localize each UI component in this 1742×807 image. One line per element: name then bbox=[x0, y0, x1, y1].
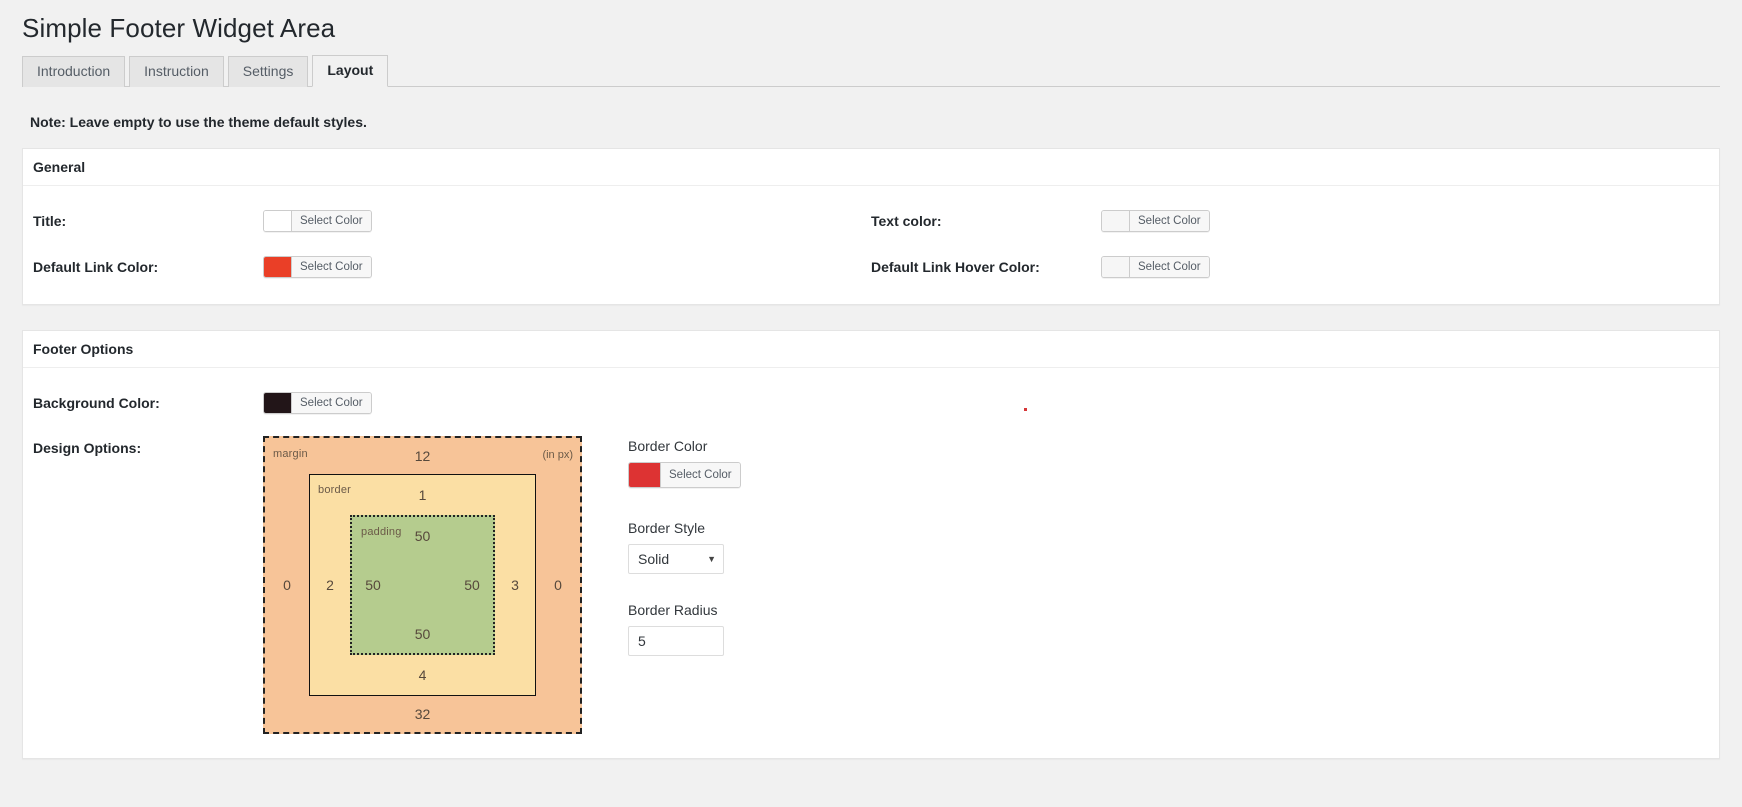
field-background-color: Background Color: Select Color bbox=[33, 368, 871, 415]
footer-options-panel-body: Background Color: Select Color Design Op… bbox=[23, 368, 1719, 758]
default-link-hover-color-button-label[interactable]: Select Color bbox=[1130, 257, 1209, 278]
general-row-1: Title: Select Color Text color: Select C… bbox=[33, 186, 1709, 233]
general-panel: General Title: Select Color Text color: … bbox=[22, 148, 1720, 306]
general-row-2: Default Link Color: Select Color Default… bbox=[33, 232, 1709, 279]
footer-options-panel-heading: Footer Options bbox=[23, 331, 1719, 369]
border-color-button-label[interactable]: Select Color bbox=[661, 463, 740, 488]
background-color-swatch[interactable] bbox=[264, 393, 292, 414]
background-color-picker[interactable]: Select Color bbox=[263, 392, 372, 415]
footer-options-panel: Footer Options Background Color: Select … bbox=[22, 330, 1720, 760]
tab-instruction[interactable]: Instruction bbox=[129, 55, 224, 87]
border-color-swatch[interactable] bbox=[629, 463, 661, 488]
page-title: Simple Footer Widget Area bbox=[22, 13, 336, 43]
text-color-picker[interactable]: Select Color bbox=[1101, 210, 1210, 233]
margin-left-value[interactable]: 0 bbox=[283, 578, 291, 592]
field-default-link-color: Default Link Color: Select Color bbox=[33, 232, 871, 279]
border-style-value: Solid bbox=[638, 551, 670, 568]
padding-right-value[interactable]: 50 bbox=[464, 578, 480, 592]
padding-bottom-cell[interactable]: 50 bbox=[352, 615, 493, 653]
text-color-button-label[interactable]: Select Color bbox=[1130, 211, 1209, 232]
default-link-color-button-label[interactable]: Select Color bbox=[292, 257, 371, 278]
border-style-label: Border Style bbox=[628, 520, 706, 537]
tab-settings[interactable]: Settings bbox=[227, 55, 309, 87]
design-options-label: Design Options: bbox=[33, 440, 142, 457]
default-link-color-swatch[interactable] bbox=[264, 257, 292, 278]
footer-background-row-spacer bbox=[871, 368, 1709, 414]
border-color-label: Border Color bbox=[628, 438, 708, 455]
border-style-block: Border Style Solid ▼ bbox=[628, 520, 741, 575]
border-bottom-value[interactable]: 4 bbox=[419, 668, 427, 682]
box-model-middle-band: 0 border 1 2 padding 50 50 50 50 3 4 0 bbox=[265, 474, 580, 697]
box-model-padding-area[interactable]: padding 50 50 50 50 bbox=[350, 515, 495, 656]
margin-top-value[interactable]: 12 bbox=[415, 449, 431, 463]
field-text-color: Text color: Select Color bbox=[871, 186, 1709, 233]
border-controls: Border Color Select Color Border Style S… bbox=[582, 436, 741, 734]
footer-background-row: Background Color: Select Color bbox=[33, 368, 1709, 415]
margin-left-cell[interactable]: 0 bbox=[265, 474, 309, 696]
border-bottom-cell[interactable]: 4 bbox=[310, 655, 535, 695]
general-panel-heading: General bbox=[23, 149, 1719, 187]
padding-left-value[interactable]: 50 bbox=[365, 578, 381, 592]
box-model-padding-label: padding bbox=[361, 526, 402, 539]
field-text-color-label: Text color: bbox=[871, 213, 942, 230]
tab-layout[interactable]: Layout bbox=[312, 54, 389, 87]
title-color-swatch[interactable] bbox=[264, 211, 292, 232]
box-model-border-middle-band: 2 padding 50 50 50 50 3 bbox=[310, 515, 535, 656]
margin-right-value[interactable]: 0 bbox=[554, 578, 562, 592]
red-dot-artifact bbox=[1024, 408, 1027, 412]
border-radius-label: Border Radius bbox=[628, 602, 718, 619]
box-model-units-label: (in px) bbox=[542, 449, 573, 462]
design-options-row: Design Options: margin (in px) 12 0 bord… bbox=[33, 414, 1709, 758]
default-link-hover-color-swatch[interactable] bbox=[1102, 257, 1130, 278]
general-panel-body: Title: Select Color Text color: Select C… bbox=[23, 186, 1719, 304]
margin-right-cell[interactable]: 0 bbox=[536, 474, 580, 696]
text-color-swatch[interactable] bbox=[1102, 211, 1130, 232]
border-left-cell[interactable]: 2 bbox=[310, 515, 350, 655]
box-model-border-area[interactable]: border 1 2 padding 50 50 50 50 3 4 bbox=[309, 474, 536, 697]
chevron-down-icon: ▼ bbox=[707, 553, 716, 564]
border-style-select[interactable]: Solid ▼ bbox=[628, 544, 724, 575]
background-color-button-label[interactable]: Select Color bbox=[292, 393, 371, 414]
note-text: Note: Leave empty to use the theme defau… bbox=[30, 113, 367, 130]
border-color-picker[interactable]: Select Color bbox=[628, 462, 741, 489]
field-title: Title: Select Color bbox=[33, 186, 871, 233]
field-default-link-hover-color-label: Default Link Hover Color: bbox=[871, 259, 1040, 276]
box-model-margin-label: margin bbox=[273, 448, 308, 461]
field-background-color-label: Background Color: bbox=[33, 395, 160, 412]
margin-bottom-value[interactable]: 32 bbox=[415, 707, 431, 721]
margin-bottom-cell[interactable]: 32 bbox=[265, 696, 580, 732]
field-default-link-hover-color: Default Link Hover Color: Select Color bbox=[871, 232, 1709, 279]
border-color-block: Border Color Select Color bbox=[628, 438, 741, 492]
padding-bottom-value[interactable]: 50 bbox=[415, 627, 431, 641]
tab-bar: Introduction Instruction Settings Layout bbox=[22, 54, 1720, 87]
margin-top-cell[interactable]: 12 bbox=[265, 438, 580, 474]
padding-left-cell[interactable]: 50 bbox=[352, 555, 394, 615]
default-link-hover-color-picker[interactable]: Select Color bbox=[1101, 256, 1210, 279]
border-top-value[interactable]: 1 bbox=[419, 488, 427, 502]
padding-right-cell[interactable]: 50 bbox=[451, 555, 493, 615]
box-model-content-area bbox=[394, 555, 451, 615]
border-radius-input[interactable] bbox=[628, 626, 724, 657]
title-color-picker[interactable]: Select Color bbox=[263, 210, 372, 233]
tab-introduction[interactable]: Introduction bbox=[22, 55, 126, 87]
border-right-value[interactable]: 3 bbox=[511, 578, 519, 592]
box-model-border-label: border bbox=[318, 484, 351, 497]
border-radius-block: Border Radius bbox=[628, 602, 741, 657]
box-model-padding-middle-band: 50 50 bbox=[352, 555, 493, 615]
box-model-margin-area[interactable]: margin (in px) 12 0 border 1 2 padding 5… bbox=[263, 436, 582, 735]
title-color-button-label[interactable]: Select Color bbox=[292, 211, 371, 232]
field-title-label: Title: bbox=[33, 213, 67, 230]
border-left-value[interactable]: 2 bbox=[326, 578, 334, 592]
field-default-link-color-label: Default Link Color: bbox=[33, 259, 159, 276]
default-link-color-picker[interactable]: Select Color bbox=[263, 256, 372, 279]
border-right-cell[interactable]: 3 bbox=[495, 515, 535, 655]
padding-top-value[interactable]: 50 bbox=[415, 529, 431, 543]
